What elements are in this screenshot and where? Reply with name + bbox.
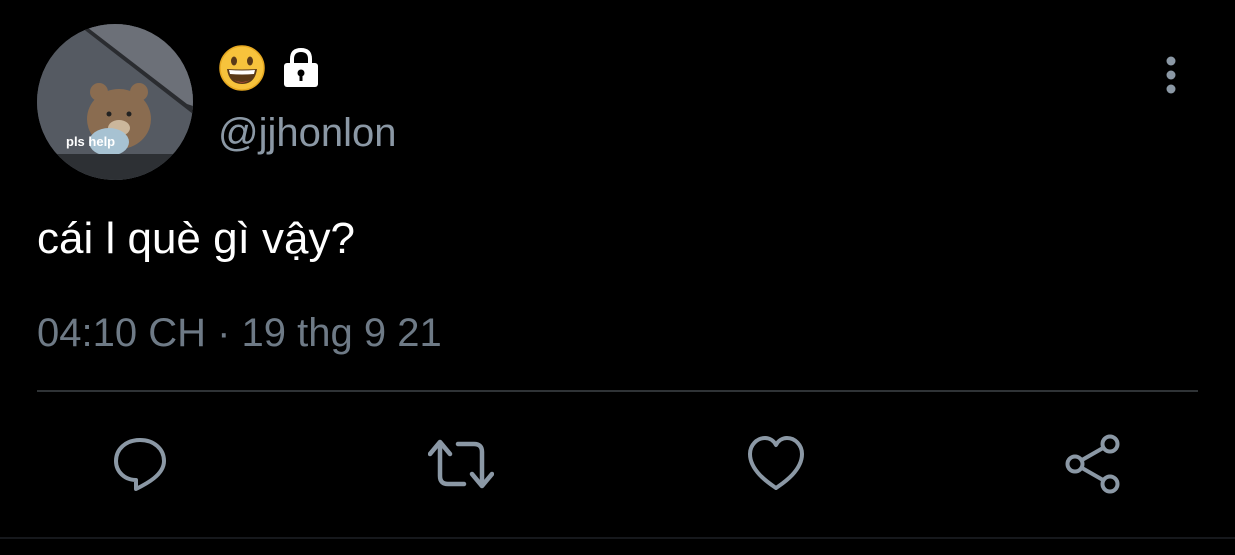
reply-button[interactable] [110, 434, 170, 494]
share-icon [1065, 434, 1120, 494]
divider [37, 390, 1198, 392]
avatar-caption: pls help [66, 134, 116, 149]
bottom-divider [0, 537, 1235, 539]
tweet-timestamp[interactable]: 04:10 CH · 19 thg 9 21 [37, 311, 442, 356]
retweet-button[interactable] [428, 434, 494, 494]
tweet-text: cái l què gì vậy? [37, 214, 355, 263]
tweet-card: pls help @jjhonlon cái l què gì vậy? 04:… [0, 0, 1235, 555]
reply-icon [114, 438, 166, 491]
lock-icon [278, 45, 324, 91]
retweet-icon [428, 439, 494, 489]
grinning-face-emoji-icon [218, 44, 266, 92]
more-options-icon[interactable] [1156, 55, 1186, 95]
avatar[interactable]: pls help [37, 24, 193, 180]
display-name[interactable] [218, 44, 324, 92]
avatar-image [37, 24, 193, 180]
user-handle[interactable]: @jjhonlon [218, 111, 397, 156]
like-icon [748, 436, 804, 490]
like-button[interactable] [746, 434, 806, 494]
share-button[interactable] [1063, 434, 1123, 494]
